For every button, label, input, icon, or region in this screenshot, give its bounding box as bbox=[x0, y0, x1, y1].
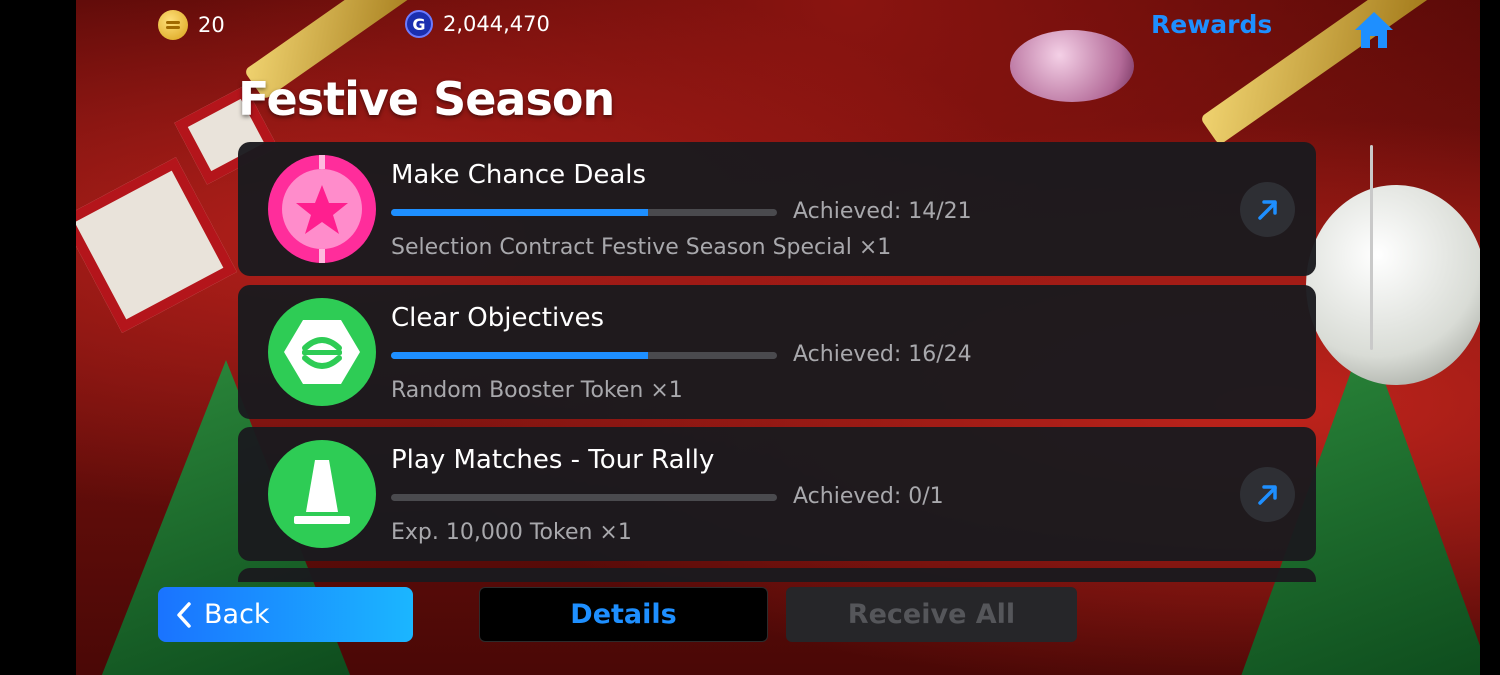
gift-box-decoration bbox=[76, 157, 237, 333]
mission-card[interactable]: Clear Objectives Achieved: 16/24 Random … bbox=[238, 285, 1316, 419]
coin-icon bbox=[158, 10, 188, 40]
gp-count: 2,044,470 bbox=[443, 12, 550, 36]
list-scrollbar[interactable] bbox=[1370, 145, 1373, 350]
mission-reward: Exp. 10,000 Token ×1 bbox=[391, 520, 632, 545]
mission-card[interactable]: Play Matches - Tour Rally Achieved: 0/1 … bbox=[238, 427, 1316, 561]
mission-reward: Random Booster Token ×1 bbox=[391, 378, 683, 403]
coin-balance: 20 bbox=[158, 10, 225, 40]
mission-card[interactable]: Make Chance Deals Achieved: 14/21 Select… bbox=[238, 142, 1316, 276]
mission-reward: Selection Contract Festive Season Specia… bbox=[391, 235, 892, 260]
ball-decoration bbox=[1306, 185, 1480, 385]
mission-card-partial bbox=[238, 568, 1316, 582]
page-title: Festive Season bbox=[238, 72, 615, 126]
details-button[interactable]: Details bbox=[479, 587, 768, 642]
back-button[interactable]: Back bbox=[158, 587, 413, 642]
gp-icon: G bbox=[405, 10, 433, 38]
arrow-up-right-icon bbox=[1257, 484, 1277, 505]
progress-fill bbox=[391, 209, 649, 216]
cone-icon bbox=[268, 440, 376, 548]
achieved-count: Achieved: 0/1 bbox=[793, 484, 944, 509]
coin-count: 20 bbox=[198, 13, 225, 37]
rewards-link[interactable]: Rewards bbox=[1151, 10, 1272, 39]
chevron-left-icon bbox=[177, 601, 191, 628]
mission-title: Clear Objectives bbox=[391, 303, 605, 333]
home-icon bbox=[1355, 12, 1393, 48]
mission-title: Make Chance Deals bbox=[391, 160, 647, 190]
back-label: Back bbox=[204, 599, 270, 630]
achieved-count: Achieved: 14/21 bbox=[793, 199, 972, 224]
progress-fill bbox=[391, 352, 649, 359]
go-to-mission-button[interactable] bbox=[1240, 467, 1295, 522]
home-button[interactable] bbox=[1353, 10, 1395, 50]
achieved-count: Achieved: 16/24 bbox=[793, 342, 972, 367]
coin-decoration bbox=[1010, 30, 1134, 102]
gp-balance: G 2,044,470 bbox=[405, 10, 550, 38]
go-to-mission-button[interactable] bbox=[1240, 182, 1295, 237]
receive-all-button[interactable]: Receive All bbox=[786, 587, 1077, 642]
arrow-up-right-icon bbox=[1257, 199, 1277, 220]
mission-title: Play Matches - Tour Rally bbox=[391, 445, 715, 475]
star-icon bbox=[268, 155, 376, 263]
progress-bar bbox=[391, 352, 777, 359]
hexagon-objective-icon bbox=[268, 298, 376, 406]
progress-bar bbox=[391, 494, 777, 501]
progress-bar bbox=[391, 209, 777, 216]
